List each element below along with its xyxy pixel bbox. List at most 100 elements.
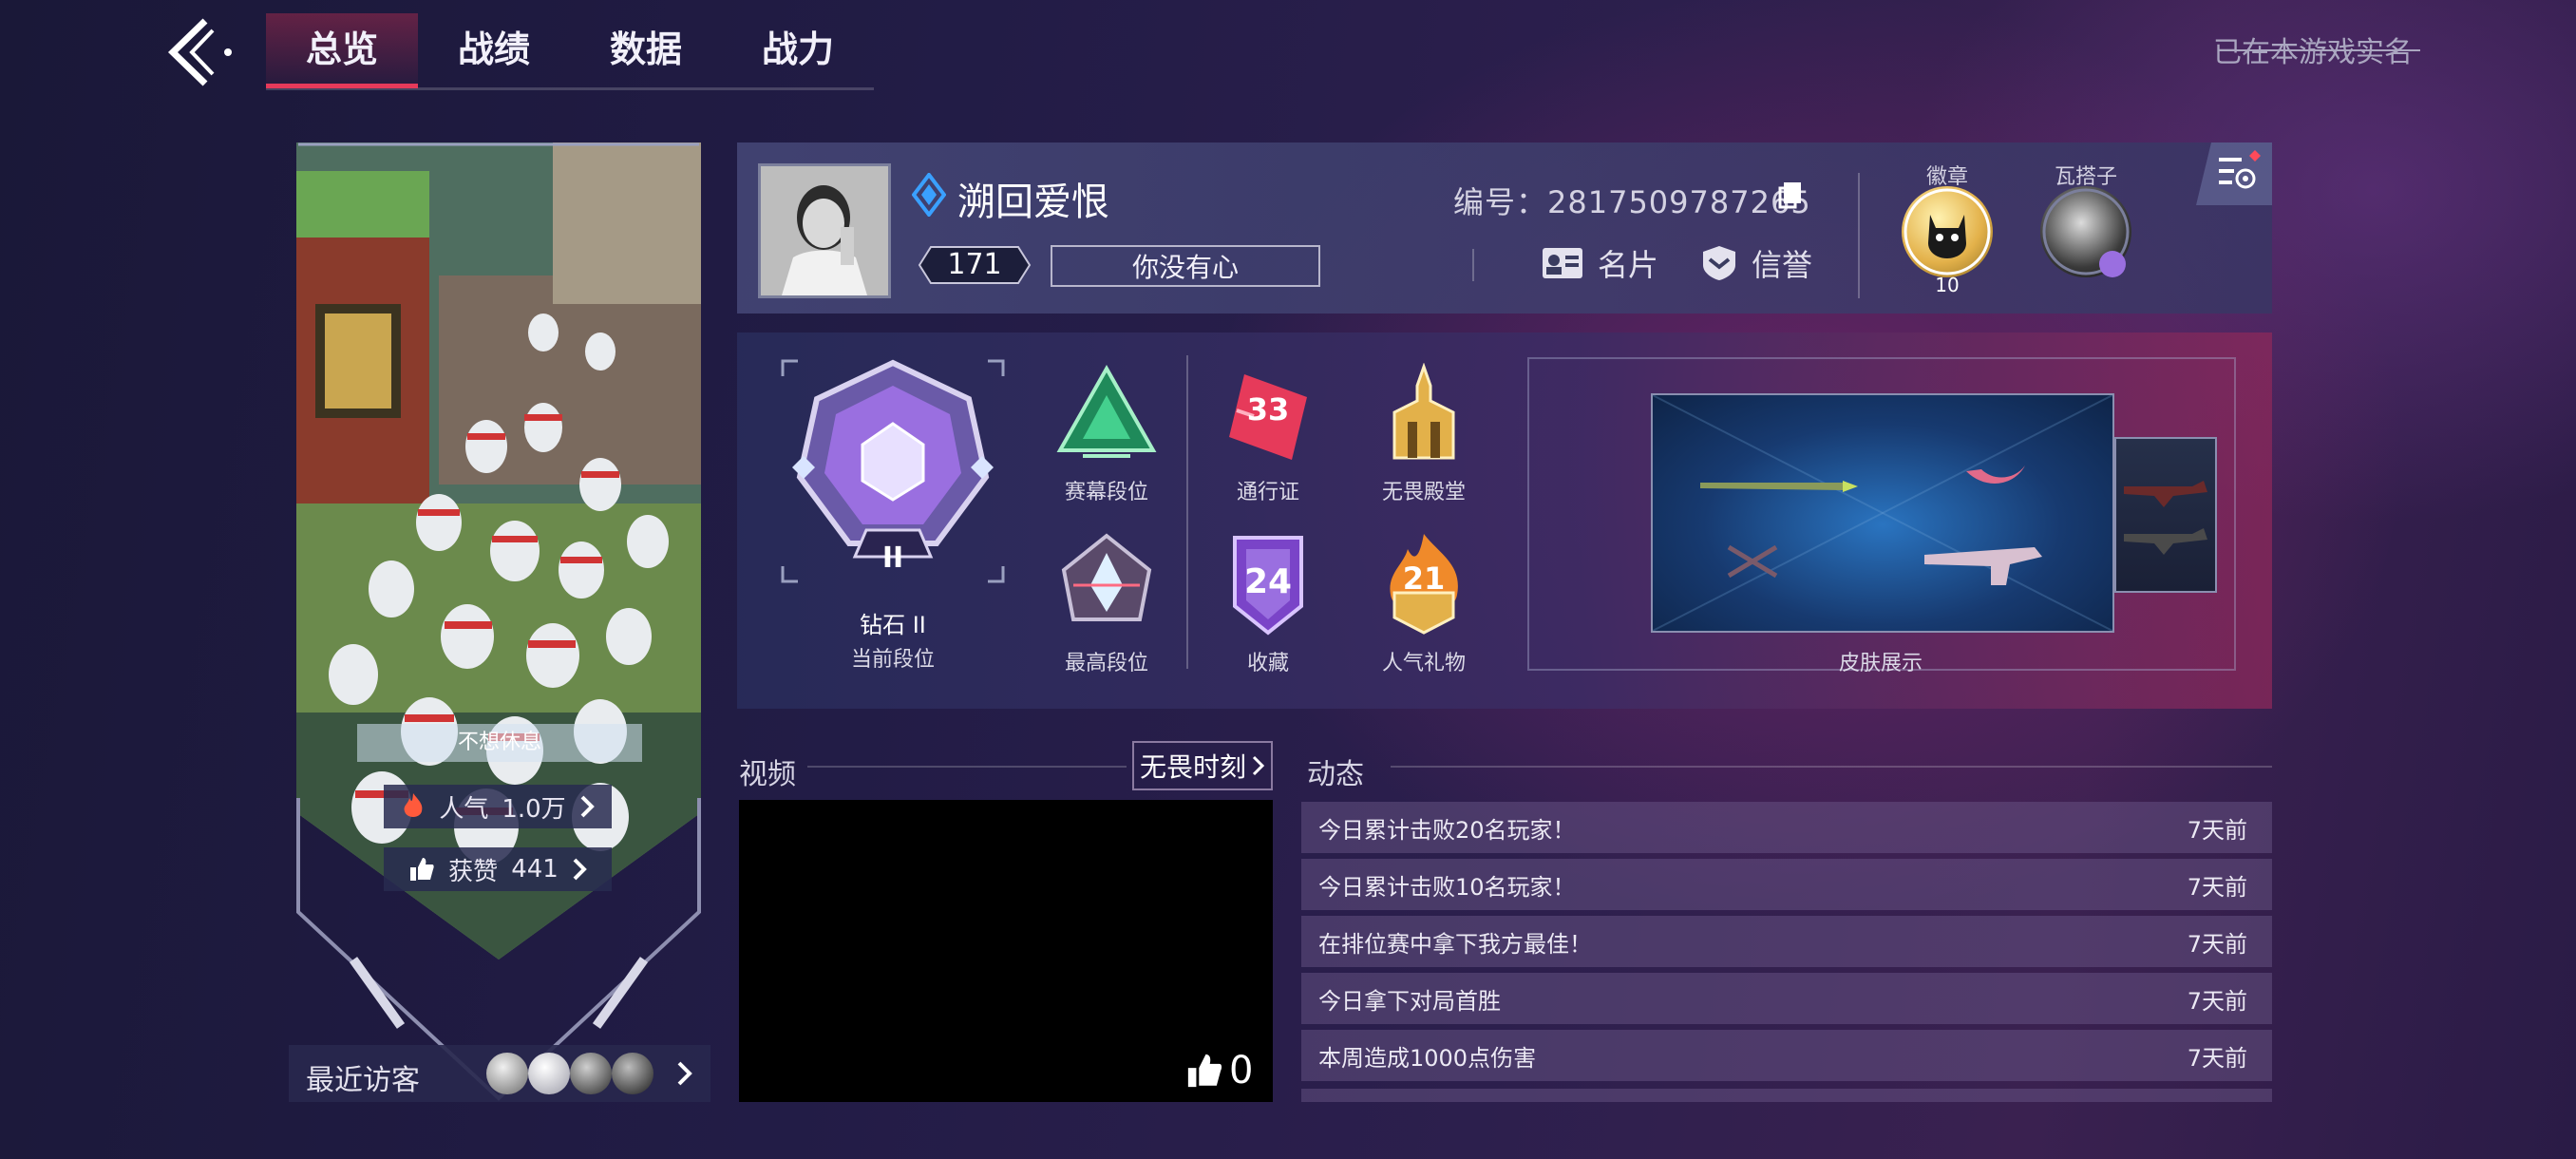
highlight-moments-label: 无畏时刻 bbox=[1139, 751, 1246, 783]
feed-item-text: 今日累计击败20名玩家！ bbox=[1318, 816, 1576, 844]
hall-of-fame-label: 无畏殿堂 bbox=[1381, 481, 1466, 504]
likes-label: 获赞 bbox=[448, 857, 499, 886]
player-level: 171 bbox=[947, 248, 1002, 281]
video-section-title: 视频 bbox=[739, 758, 796, 791]
battle-pass-icon[interactable]: 33 bbox=[1216, 365, 1320, 469]
popularity-stat[interactable]: 人气 1.0万 bbox=[384, 785, 612, 828]
divider bbox=[1472, 249, 1474, 281]
player-id: 编号：2817509787265 bbox=[1453, 184, 1811, 220]
id-card-icon bbox=[1543, 248, 1582, 278]
business-card-button[interactable]: 名片 bbox=[1541, 241, 1658, 285]
tab-record[interactable]: 战绩 bbox=[418, 13, 570, 86]
collection-label: 收藏 bbox=[1246, 652, 1289, 675]
highest-rank-label: 最高段位 bbox=[1064, 652, 1148, 675]
popular-gift-count: 21 bbox=[1402, 560, 1446, 597]
badge-medal[interactable] bbox=[1902, 186, 1993, 277]
realname-strike-line bbox=[2219, 49, 2420, 51]
avatar-photo bbox=[761, 166, 888, 295]
popular-gift-icon[interactable]: 21 bbox=[1372, 532, 1476, 636]
likes-value: 441 bbox=[511, 855, 559, 884]
feed-item-text: 今日拿下对局首胜 bbox=[1318, 987, 1501, 1015]
rank-tier-numeral: II bbox=[881, 542, 904, 575]
video-player[interactable]: 0 bbox=[739, 800, 1273, 1102]
feed-item[interactable]: 今日累计击败10名玩家！ 7天前 bbox=[1301, 859, 2272, 910]
chevron-right-icon bbox=[1252, 755, 1265, 776]
popularity-label: 人气 bbox=[439, 794, 489, 824]
feed-item[interactable]: 今日累计击败20名玩家！ 7天前 bbox=[1301, 802, 2272, 853]
tab-data[interactable]: 数据 bbox=[570, 13, 722, 86]
feed-item-text: 本周造成1000点伤害 bbox=[1318, 1044, 1537, 1072]
weapon-skins-image bbox=[1652, 394, 2113, 632]
skin-showcase-label: 皮肤展示 bbox=[1838, 652, 1923, 675]
collection-icon[interactable]: 24 bbox=[1216, 532, 1320, 636]
buddy-photo bbox=[2042, 188, 2130, 277]
divider bbox=[1858, 173, 1860, 298]
cat-badge-icon bbox=[1904, 188, 1991, 276]
battle-pass-label: 通行证 bbox=[1236, 481, 1299, 504]
feed-item-text: 在排位赛中拿下我方最佳！ bbox=[1318, 930, 1592, 958]
tab-power[interactable]: 战力 bbox=[722, 13, 874, 86]
visitor-avatars bbox=[486, 1051, 665, 1096]
card-frame bbox=[296, 142, 701, 1101]
feed-item-time: 7天前 bbox=[2187, 873, 2247, 901]
feed-item[interactable]: 在排位赛中拿下我方最佳！ 7天前 bbox=[1301, 916, 2272, 967]
feed-item-text: 今日累计击败10名玩家！ bbox=[1318, 873, 1576, 901]
rank-name: 钻石 II bbox=[860, 612, 926, 638]
visitor-avatar[interactable] bbox=[486, 1053, 528, 1094]
back-button[interactable] bbox=[160, 17, 245, 87]
hall-of-fame-icon[interactable] bbox=[1372, 363, 1476, 467]
feed-item-time: 7天前 bbox=[2187, 987, 2247, 1015]
player-card[interactable]: 不想休息 人气 1.0万 获赞 441 bbox=[296, 142, 701, 1102]
feed-title-rule bbox=[1391, 766, 2272, 768]
feed-section-title: 动态 bbox=[1307, 758, 1364, 791]
back-arrow-icon bbox=[167, 18, 232, 86]
credit-button[interactable]: 信誉 bbox=[1700, 241, 1812, 285]
feed-item-time: 7天前 bbox=[2187, 816, 2247, 844]
chevron-right-icon bbox=[580, 795, 595, 818]
thumbs-up-icon bbox=[410, 858, 434, 881]
copy-icon[interactable] bbox=[1778, 180, 1803, 209]
skin-thumbnail[interactable] bbox=[2114, 437, 2217, 593]
skin-showcase-main[interactable] bbox=[1651, 393, 2114, 633]
recent-visitors-bar[interactable]: 最近访客 bbox=[289, 1045, 710, 1102]
popular-gift-label: 人气礼物 bbox=[1381, 652, 1466, 675]
feed-item-time: 7天前 bbox=[2187, 930, 2247, 958]
thumbs-up-icon bbox=[1187, 1054, 1222, 1088]
diamond-rank-icon bbox=[912, 173, 946, 217]
visitor-avatar[interactable] bbox=[528, 1053, 570, 1094]
rank-caption: 当前段位 bbox=[850, 648, 935, 672]
tab-overview[interactable]: 总览 bbox=[266, 13, 418, 88]
rifle-skin-image bbox=[2124, 481, 2207, 555]
episode-rank-label: 赛幕段位 bbox=[1064, 481, 1148, 504]
player-title[interactable]: 你没有心 bbox=[1051, 245, 1320, 287]
fire-icon bbox=[404, 793, 423, 817]
player-avatar[interactable] bbox=[758, 163, 891, 298]
tab-bar: 总览 战绩 数据 战力 bbox=[266, 13, 874, 90]
feed-item[interactable]: 本周造成1000点伤害 7天前 bbox=[1301, 1030, 2272, 1081]
recent-visitors-label: 最近访客 bbox=[306, 1064, 420, 1097]
video-like-button[interactable]: 0 bbox=[1185, 1049, 1253, 1092]
visitor-avatar[interactable] bbox=[570, 1053, 612, 1094]
likes-stat[interactable]: 获赞 441 bbox=[384, 847, 612, 891]
shield-icon bbox=[1703, 246, 1735, 280]
feed-item[interactable]: 今日拿下对局首胜 7天前 bbox=[1301, 973, 2272, 1024]
feed-item-partial bbox=[1301, 1089, 2272, 1102]
badge-count: 10 bbox=[1935, 274, 1960, 296]
video-title-rule bbox=[807, 766, 1127, 768]
visitor-avatar[interactable] bbox=[612, 1053, 653, 1094]
chevron-right-icon bbox=[573, 858, 587, 881]
battle-pass-level: 33 bbox=[1246, 391, 1290, 428]
card-motto: 不想休息 bbox=[357, 724, 642, 762]
feed-item-time: 7天前 bbox=[2187, 1044, 2247, 1072]
valorant-buddy-avatar[interactable] bbox=[2040, 186, 2131, 277]
business-card-label: 名片 bbox=[1598, 247, 1659, 283]
collection-count: 24 bbox=[1243, 562, 1293, 601]
chevron-right-icon[interactable] bbox=[676, 1060, 693, 1087]
player-name: 溯回爱恨 bbox=[957, 180, 1109, 224]
highest-rank-icon[interactable] bbox=[1054, 532, 1159, 636]
episode-rank-icon[interactable] bbox=[1054, 363, 1159, 467]
popularity-value: 1.0万 bbox=[502, 794, 566, 824]
video-like-count: 0 bbox=[1229, 1049, 1254, 1092]
credit-label: 信誉 bbox=[1752, 247, 1813, 283]
highlight-moments-button[interactable]: 无畏时刻 bbox=[1132, 741, 1273, 790]
